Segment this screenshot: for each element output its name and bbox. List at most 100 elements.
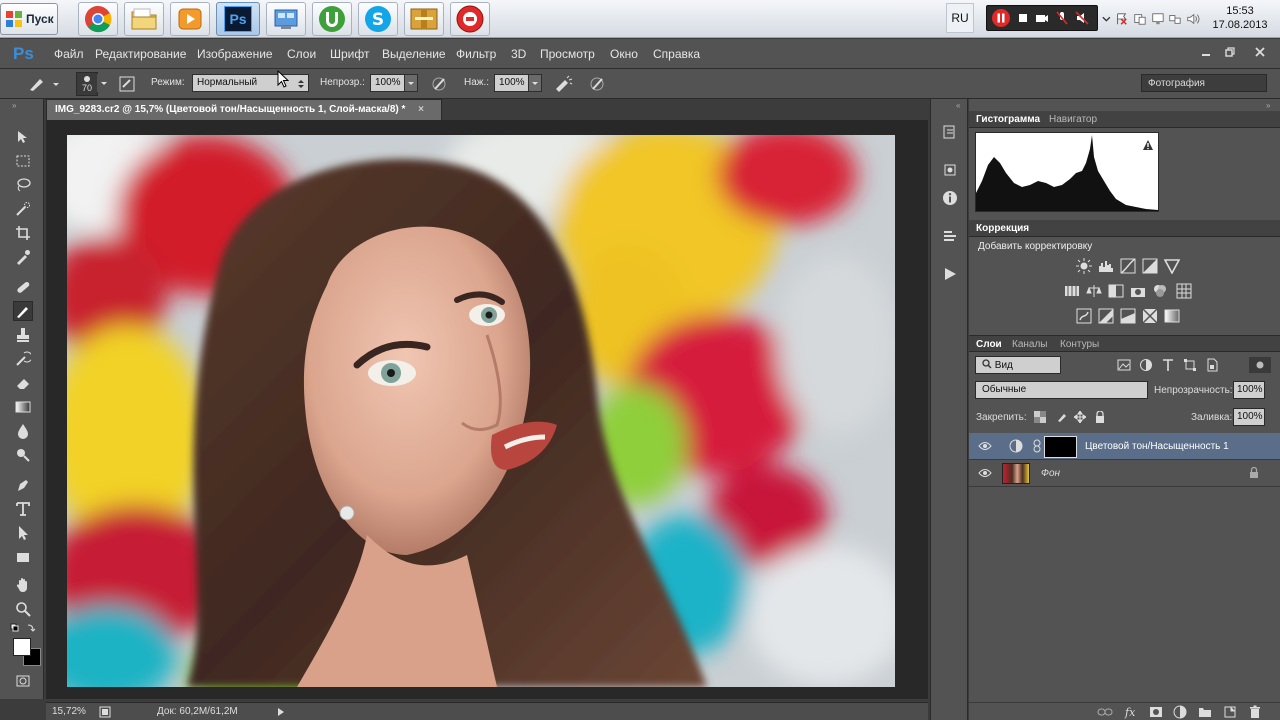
collapse-strip-icon[interactable]: « bbox=[956, 101, 960, 110]
close-window-button[interactable] bbox=[1250, 44, 1270, 60]
menu-image[interactable]: Изображение bbox=[197, 47, 273, 61]
menu-select[interactable]: Выделение bbox=[382, 47, 446, 61]
stop-icon[interactable] bbox=[1017, 12, 1029, 24]
network-icon[interactable] bbox=[1168, 11, 1182, 27]
taskbar-app-player[interactable] bbox=[170, 2, 210, 36]
brush-size-dropdown[interactable] bbox=[97, 74, 111, 92]
adjust-threshold[interactable] bbox=[1119, 308, 1137, 324]
filter-smart-objects[interactable] bbox=[1203, 357, 1221, 373]
flag-warning-icon[interactable] bbox=[1115, 11, 1129, 27]
adjust-brightness[interactable] bbox=[1075, 258, 1093, 274]
tool-lasso[interactable] bbox=[13, 175, 33, 195]
tool-clone-stamp[interactable] bbox=[13, 325, 33, 345]
history-panel-button[interactable] bbox=[940, 123, 960, 141]
tool-history-brush[interactable] bbox=[13, 349, 33, 369]
restore-button[interactable] bbox=[1220, 44, 1240, 60]
layer-comps-button[interactable] bbox=[940, 227, 960, 245]
adjust-invert[interactable] bbox=[1075, 308, 1093, 324]
tab-channels[interactable]: Каналы bbox=[1012, 339, 1048, 350]
menu-layers[interactable]: Слои bbox=[287, 47, 316, 61]
taskbar-app-chrome[interactable] bbox=[78, 2, 118, 36]
mic-muted-icon[interactable] bbox=[1055, 11, 1069, 25]
taskbar-app-skype[interactable]: S bbox=[358, 2, 398, 36]
tab-navigator[interactable]: Навигатор bbox=[1049, 114, 1097, 125]
language-indicator[interactable]: RU bbox=[946, 3, 974, 33]
chevron-down-icon[interactable] bbox=[1102, 14, 1111, 24]
lock-all[interactable] bbox=[1091, 409, 1109, 425]
pressure-size-toggle[interactable] bbox=[588, 75, 606, 93]
fx-icon[interactable]: fx bbox=[1123, 705, 1139, 719]
brush-panel-toggle[interactable] bbox=[118, 75, 136, 93]
layer-row-hue-saturation[interactable]: Цветовой тон/Насыщенность 1 bbox=[969, 433, 1280, 460]
tool-brush[interactable] bbox=[13, 301, 33, 321]
taskbar-app-explorer[interactable] bbox=[124, 2, 164, 36]
minimize-button[interactable] bbox=[1196, 44, 1216, 60]
devices-icon[interactable] bbox=[1133, 11, 1147, 27]
tool-path-select[interactable] bbox=[13, 523, 33, 543]
warning-icon[interactable] bbox=[1142, 139, 1154, 151]
lock-image-pixels[interactable] bbox=[1053, 409, 1071, 425]
speaker-muted-icon[interactable] bbox=[1075, 11, 1089, 25]
lock-transparent-pixels[interactable] bbox=[1031, 409, 1049, 425]
document-tab[interactable]: IMG_9283.cr2 @ 15,7% (Цветовой тон/Насыщ… bbox=[46, 99, 442, 120]
workspace-switcher[interactable]: Фотография bbox=[1141, 74, 1267, 92]
taskbar-app-photoshop[interactable]: Ps bbox=[216, 2, 260, 36]
tool-quick-select[interactable] bbox=[13, 199, 33, 219]
menu-filter[interactable]: Фильтр bbox=[456, 47, 496, 61]
adjust-black-white[interactable] bbox=[1107, 283, 1125, 299]
zoom-level[interactable]: 15,72% bbox=[52, 706, 86, 717]
actions-panel-button[interactable] bbox=[940, 161, 960, 179]
filter-shape-layers[interactable] bbox=[1181, 357, 1199, 373]
menu-edit[interactable]: Редактирование bbox=[95, 47, 186, 61]
adjust-levels[interactable] bbox=[1097, 258, 1115, 274]
opacity-field[interactable]: 100% bbox=[370, 74, 405, 92]
tool-eraser[interactable] bbox=[13, 373, 33, 393]
layer-thumbnail[interactable] bbox=[1002, 463, 1030, 484]
taskbar-app-recorder[interactable] bbox=[450, 2, 490, 36]
adjust-color-balance[interactable] bbox=[1085, 283, 1103, 299]
menu-window[interactable]: Окно bbox=[610, 47, 638, 61]
tool-zoom[interactable] bbox=[13, 599, 33, 619]
tool-blur[interactable] bbox=[13, 421, 33, 441]
menu-3d[interactable]: 3D bbox=[511, 47, 526, 61]
adjust-color-lookup[interactable] bbox=[1175, 283, 1193, 299]
tool-shape[interactable] bbox=[13, 547, 33, 567]
trash-icon[interactable] bbox=[1249, 705, 1261, 719]
adjust-photo-filter[interactable] bbox=[1129, 283, 1147, 299]
flow-field[interactable]: 100% bbox=[494, 74, 529, 92]
tool-gradient[interactable] bbox=[13, 397, 33, 417]
pressure-opacity-toggle[interactable] bbox=[430, 75, 448, 93]
document-canvas[interactable] bbox=[67, 135, 895, 687]
tool-type[interactable] bbox=[13, 499, 33, 519]
eye-icon[interactable] bbox=[978, 441, 992, 451]
taskbar-app-archive[interactable] bbox=[404, 2, 444, 36]
menu-file[interactable]: Файл bbox=[54, 47, 84, 61]
filter-pixel-layers[interactable] bbox=[1115, 357, 1133, 373]
adjust-curves[interactable] bbox=[1119, 258, 1137, 274]
layer-filter-kind[interactable]: Вид bbox=[975, 356, 1061, 374]
menu-type[interactable]: Шрифт bbox=[330, 47, 369, 61]
adjust-channel-mixer[interactable] bbox=[1151, 283, 1169, 299]
adjust-gradient-map[interactable] bbox=[1163, 308, 1181, 324]
volume-icon[interactable] bbox=[1186, 11, 1202, 27]
tool-eyedropper[interactable] bbox=[13, 247, 33, 267]
clock[interactable]: 15:53 17.08.2013 bbox=[1203, 4, 1277, 32]
camera-icon[interactable] bbox=[1035, 12, 1049, 24]
brush-size-picker[interactable]: 70 bbox=[76, 72, 98, 96]
new-layer-icon[interactable] bbox=[1223, 705, 1237, 719]
tab-paths[interactable]: Контуры bbox=[1060, 339, 1099, 350]
add-mask-icon[interactable] bbox=[1149, 706, 1163, 718]
collapse-panels-icon[interactable]: » bbox=[1266, 101, 1270, 110]
tab-layers[interactable]: Слои bbox=[976, 339, 1002, 350]
layer-mask-thumbnail[interactable] bbox=[1044, 436, 1077, 458]
menu-view[interactable]: Просмотр bbox=[540, 47, 595, 61]
opacity-dropdown[interactable] bbox=[404, 74, 418, 92]
tool-move[interactable] bbox=[13, 127, 33, 147]
document-info-icon[interactable] bbox=[99, 706, 111, 718]
close-document-icon[interactable]: × bbox=[418, 104, 424, 115]
layer-opacity-field[interactable]: 100% bbox=[1233, 381, 1265, 399]
folder-icon[interactable] bbox=[1198, 706, 1212, 718]
adjust-exposure[interactable] bbox=[1141, 258, 1159, 274]
layer-row-background[interactable]: Фон bbox=[969, 460, 1280, 487]
tool-pen[interactable] bbox=[13, 475, 33, 495]
